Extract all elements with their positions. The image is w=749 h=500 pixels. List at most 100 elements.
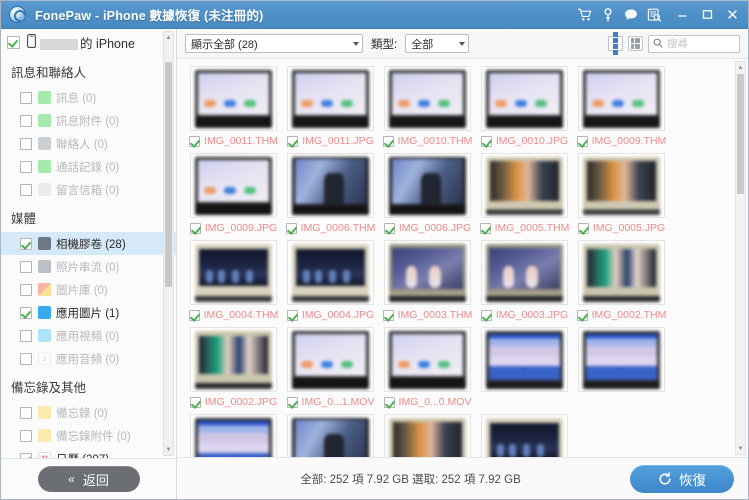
maximize-button[interactable] (696, 5, 719, 25)
thumbnail-image[interactable] (481, 153, 568, 218)
sidebar-item-checkbox[interactable] (20, 329, 32, 342)
sidebar-device-row[interactable]: 的 iPhone (1, 32, 176, 53)
thumbnail-checkbox[interactable] (479, 222, 491, 234)
thumbnail-image[interactable] (287, 153, 374, 218)
search-input[interactable] (667, 37, 735, 50)
close-button[interactable] (721, 5, 744, 25)
thumbnail-image[interactable] (481, 240, 568, 305)
sidebar-item-0[interactable]: 備忘錄 (0) (1, 401, 176, 424)
sidebar-item-checkbox[interactable] (20, 91, 32, 104)
sidebar-item-checkbox[interactable] (20, 429, 32, 442)
thumbnail-cell[interactable]: IMG_0011.JPG (285, 66, 376, 147)
sidebar-item-checkbox[interactable] (20, 114, 32, 127)
sidebar-item-1[interactable]: 照片串流 (0) (1, 255, 176, 278)
view-list-grid-button[interactable] (628, 36, 643, 51)
chat-icon[interactable] (624, 8, 638, 22)
thumbnail-image[interactable] (287, 414, 374, 457)
thumbnail-cell[interactable]: IMG_0011.THM (188, 66, 279, 147)
back-button[interactable]: « 返回 (37, 466, 140, 492)
thumbnail-checkbox[interactable] (480, 135, 492, 147)
thumbnail-image[interactable] (287, 327, 374, 392)
thumbnail-cell[interactable]: IMG_0009.THM (576, 66, 667, 147)
thumbnail-image[interactable] (481, 327, 568, 392)
thumbnail-checkbox[interactable] (383, 222, 395, 234)
thumbnail-image[interactable] (578, 66, 665, 131)
thumbnail-cell[interactable]: IMG_0004.JPG (285, 240, 376, 321)
sidebar-item-5[interactable]: ♪ 應用音頻 (0) (1, 347, 176, 370)
thumbnail-cell[interactable]: IMG_0009.JPG (188, 153, 279, 234)
thumbnail-checkbox[interactable] (189, 222, 201, 234)
search-box[interactable] (648, 34, 740, 53)
sidebar-item-checkbox[interactable] (20, 283, 32, 296)
thumbnail-checkbox[interactable] (188, 309, 200, 321)
thumbnail-checkbox[interactable] (577, 222, 589, 234)
thumbnail-cell[interactable] (285, 414, 376, 457)
recover-button[interactable]: 恢復 (630, 464, 734, 493)
sidebar-item-0[interactable]: 訊息 (0) (1, 86, 176, 109)
thumbnail-cell[interactable]: IMG_0003.JPG (479, 240, 570, 321)
sidebar-item-3[interactable]: 應用圖片 (1) (1, 301, 176, 324)
thumbnail-cell[interactable] (479, 414, 570, 457)
sidebar-item-4[interactable]: 留言信箱 (0) (1, 178, 176, 201)
sidebar-item-2[interactable]: 聯絡人 (0) (1, 132, 176, 155)
thumbnail-cell[interactable]: IMG_0004.THM (188, 240, 279, 321)
grid-scroll-down-icon[interactable]: ▼ (736, 443, 745, 454)
thumbnail-checkbox[interactable] (287, 135, 299, 147)
scroll-up-icon[interactable]: ▲ (164, 32, 173, 43)
thumbnail-image[interactable] (190, 153, 277, 218)
thumbnail-checkbox[interactable] (189, 135, 201, 147)
thumbnail-cell[interactable]: IMG_0010.THM (382, 66, 473, 147)
thumbnail-checkbox[interactable] (383, 396, 395, 408)
sidebar-item-3[interactable]: 通話記錄 (0) (1, 155, 176, 178)
thumbnail-cell[interactable] (382, 414, 473, 457)
thumbnail-image[interactable] (384, 66, 471, 131)
thumbnail-checkbox[interactable] (286, 309, 298, 321)
sidebar-item-checkbox[interactable] (20, 237, 32, 250)
sidebar-item-1[interactable]: 訊息附件 (0) (1, 109, 176, 132)
thumbnail-cell[interactable] (188, 414, 279, 457)
thumbnail-checkbox[interactable] (189, 396, 201, 408)
thumbnail-checkbox[interactable] (285, 222, 297, 234)
grid-scroll-up-icon[interactable]: ▲ (736, 62, 745, 73)
thumbnail-cell[interactable]: IMG_0010.JPG (479, 66, 570, 147)
sidebar-item-checkbox[interactable] (20, 352, 32, 365)
thumbnail-image[interactable] (287, 66, 374, 131)
thumbnail-image[interactable] (190, 414, 277, 457)
thumbnail-checkbox[interactable] (480, 309, 492, 321)
thumbnail-image[interactable] (578, 327, 665, 392)
thumbnail-image[interactable] (384, 327, 471, 392)
thumbnail-cell[interactable]: IMG_0...0.MOV (382, 327, 473, 408)
thumbnail-cell[interactable] (479, 327, 570, 408)
thumbnail-checkbox[interactable] (576, 309, 588, 321)
sidebar-item-checkbox[interactable] (20, 160, 32, 173)
key-icon[interactable] (601, 7, 615, 22)
scroll-down-icon[interactable]: ▼ (164, 444, 173, 455)
grid-scrollbar-thumb[interactable] (737, 74, 744, 194)
thumbnail-cell[interactable]: IMG_0002.THM (576, 240, 667, 321)
type-filter-dropdown[interactable]: 全部 (405, 34, 470, 53)
thumbnail-image[interactable] (578, 240, 665, 305)
grid-scrollbar[interactable]: ▲ ▼ (735, 61, 746, 455)
thumbnail-image[interactable] (190, 66, 277, 131)
thumbnail-checkbox[interactable] (576, 135, 588, 147)
thumbnail-image[interactable] (481, 414, 568, 457)
sidebar-item-4[interactable]: 應用視頻 (0) (1, 324, 176, 347)
sidebar-scrollbar[interactable]: ▲ ▼ (163, 31, 174, 456)
thumbnail-image[interactable] (578, 153, 665, 218)
thumbnail-cell[interactable]: IMG_0002.JPG (188, 327, 279, 408)
thumbnail-cell[interactable]: IMG_0...1.MOV (285, 327, 376, 408)
thumbnail-checkbox[interactable] (382, 135, 394, 147)
sidebar-item-checkbox[interactable] (20, 137, 32, 150)
sidebar-item-0[interactable]: 相機膠卷 (28) (1, 232, 176, 255)
thumbnail-cell[interactable]: IMG_0006.THM (285, 153, 376, 234)
cart-icon[interactable] (578, 8, 592, 22)
thumbnail-cell[interactable]: IMG_0003.THM (382, 240, 473, 321)
thumbnail-cell[interactable]: IMG_0006.JPG (382, 153, 473, 234)
register-icon[interactable] (647, 8, 661, 22)
thumbnail-image[interactable] (384, 414, 471, 457)
sidebar-scrollbar-thumb[interactable] (165, 62, 172, 287)
thumbnail-cell[interactable] (576, 327, 667, 408)
thumbnail-image[interactable] (287, 240, 374, 305)
thumbnail-image[interactable] (190, 240, 277, 305)
thumbnail-image[interactable] (190, 327, 277, 392)
